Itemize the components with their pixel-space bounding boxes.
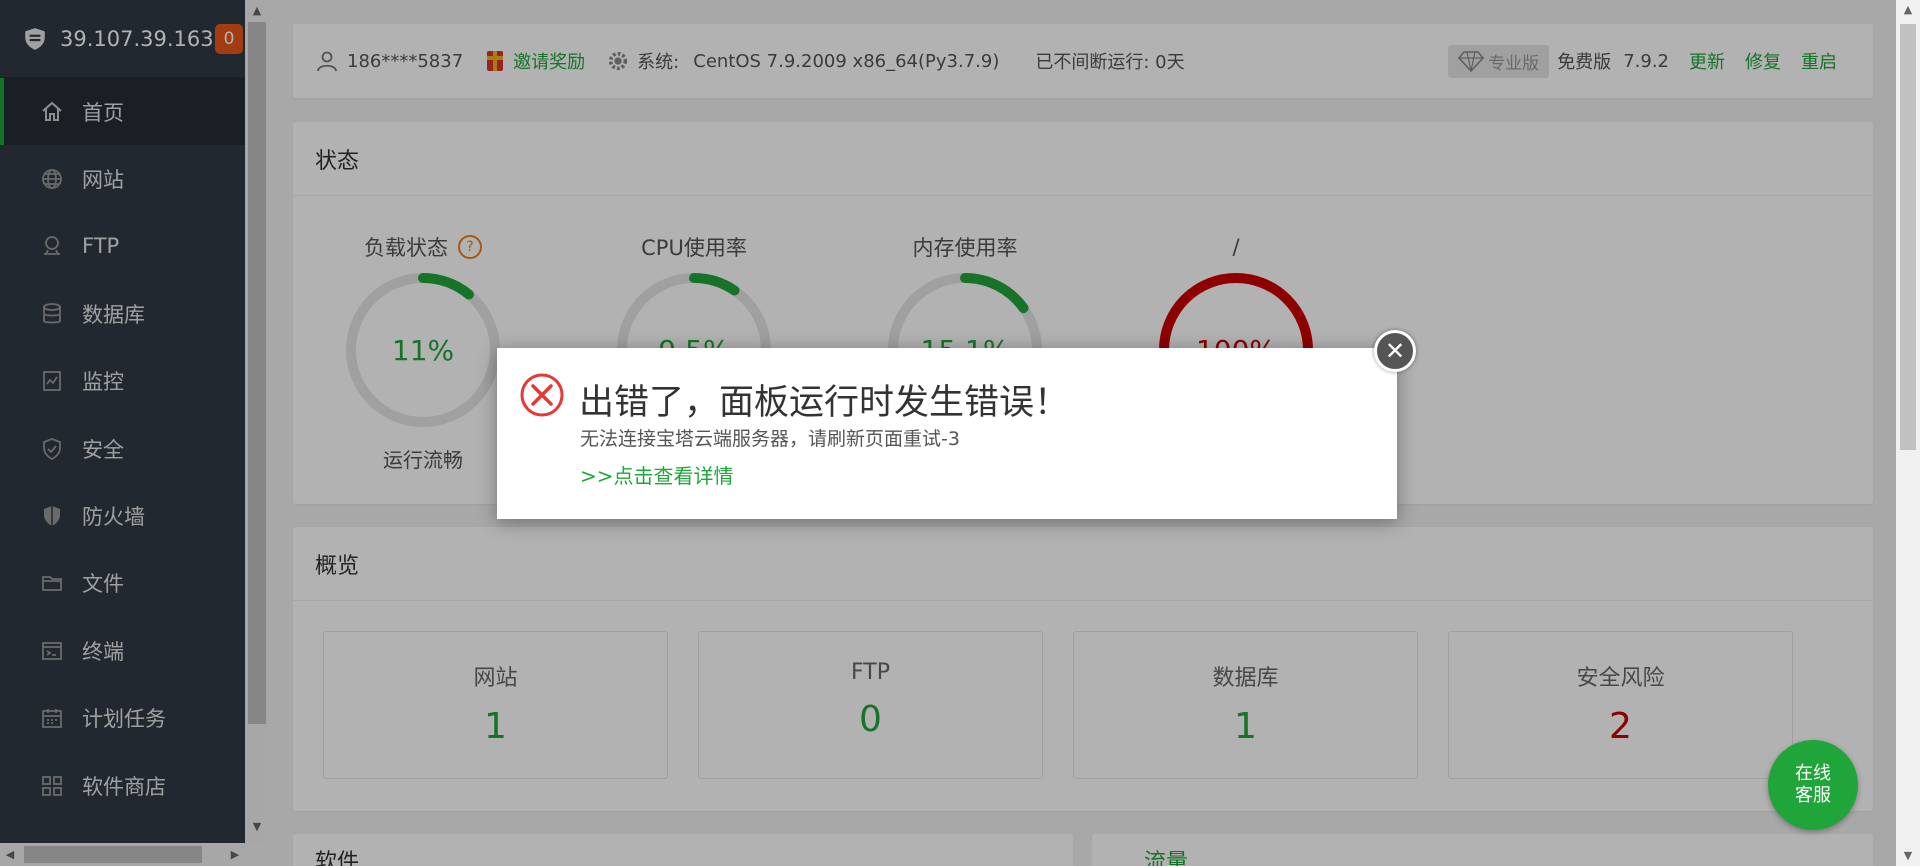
service-line1: 在线: [1795, 762, 1831, 784]
scroll-down-arrow-icon[interactable]: ▼: [1896, 846, 1920, 866]
dialog-title: 出错了，面板运行时发生错误！: [579, 383, 1070, 423]
error-x-icon: [520, 373, 564, 417]
dialog-close-button[interactable]: ✕: [1374, 330, 1416, 372]
service-line2: 客服: [1795, 785, 1831, 806]
page-vertical-scrollbar[interactable]: ▲ ▼: [1896, 0, 1920, 866]
view-details-link[interactable]: >>点击查看详情: [580, 460, 734, 489]
online-service-button[interactable]: 在线 客服: [1768, 740, 1858, 830]
error-dialog: 出错了，面板运行时发生错误！ 无法连接宝塔云端服务器，请刷新页面重试-3 >>点…: [497, 348, 1397, 519]
close-icon: ✕: [1384, 337, 1406, 365]
scrollbar-thumb[interactable]: [1900, 24, 1916, 450]
scroll-up-arrow-icon[interactable]: ▲: [1896, 0, 1920, 20]
dialog-message: 无法连接宝塔云端服务器，请刷新页面重试-3: [580, 428, 960, 450]
